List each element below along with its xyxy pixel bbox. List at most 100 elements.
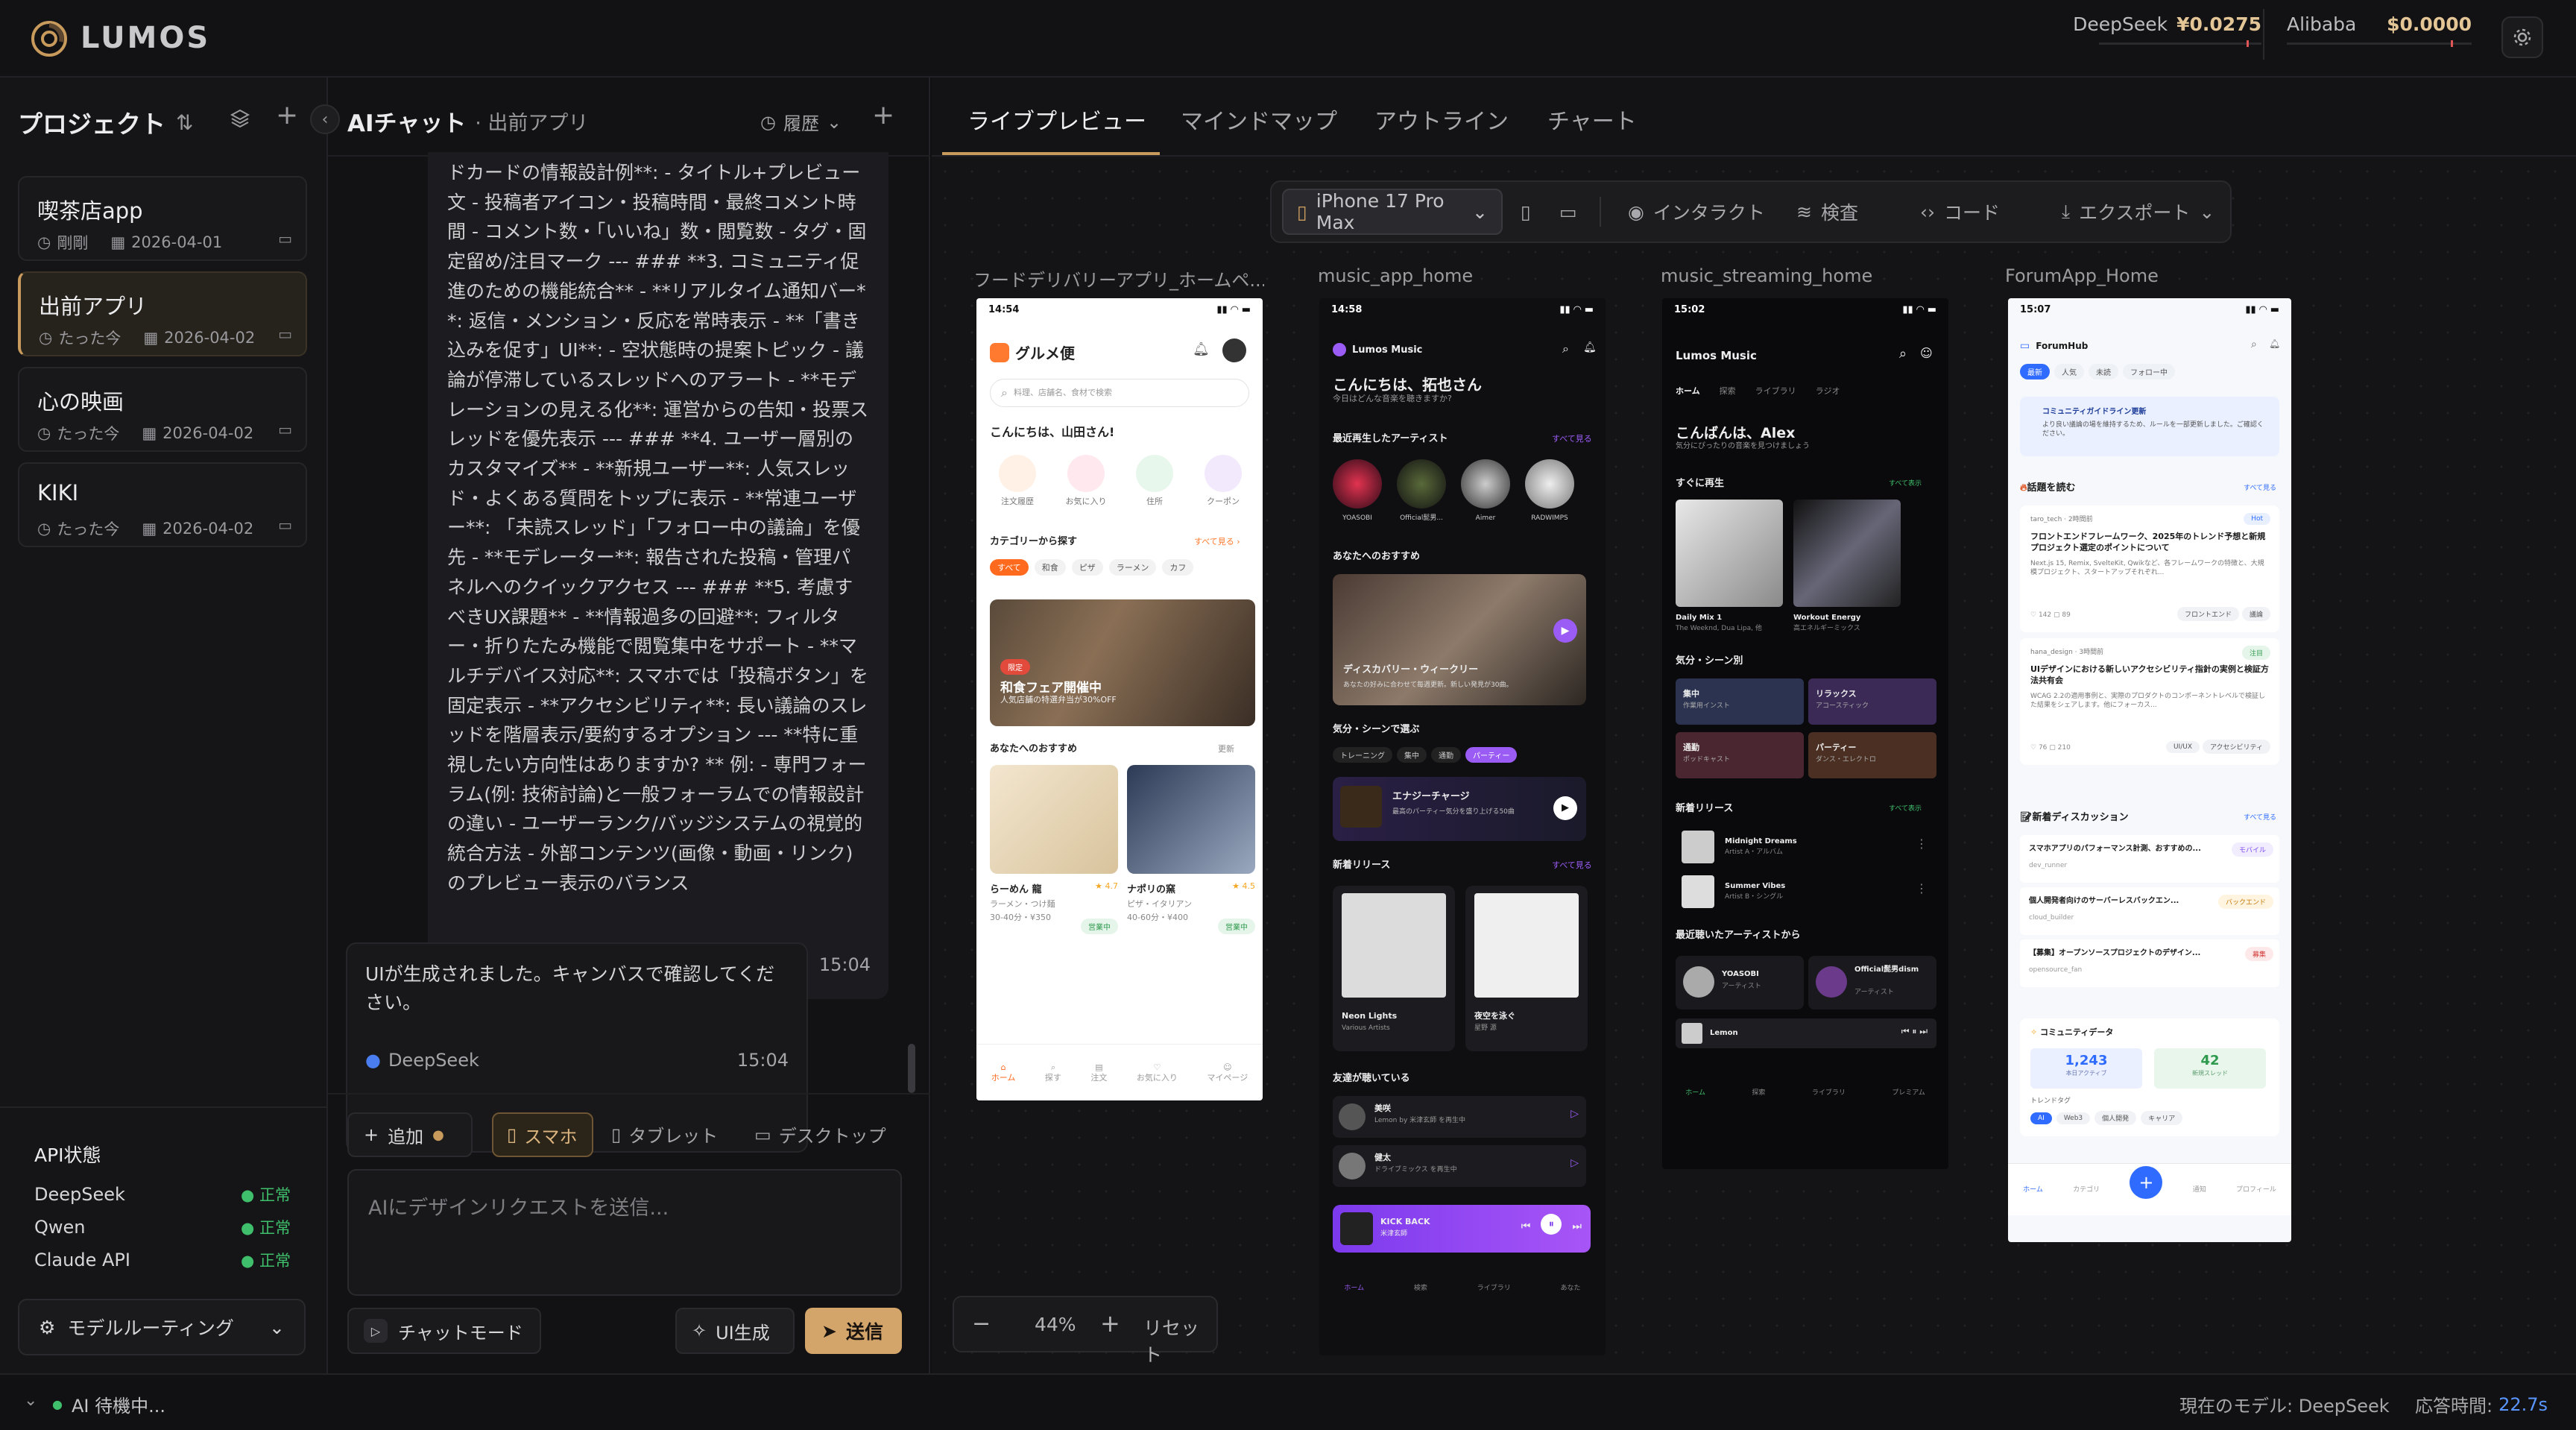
play-icon[interactable]: ▶: [1553, 619, 1577, 643]
folder-icon[interactable]: ▭: [278, 421, 292, 438]
recommendation-card[interactable]: ▶ ディスカバリー・ウィークリー あなたの好みに合わせて毎週更新。新しい発見が3…: [1333, 574, 1586, 705]
forum-tab[interactable]: 人気: [2054, 364, 2084, 379]
layers-icon[interactable]: [230, 107, 250, 128]
nav-item[interactable]: ☺ マイページ: [1207, 1062, 1248, 1083]
desktop-view-button[interactable]: ▭: [1559, 182, 1577, 242]
nav-item[interactable]: 検索: [1414, 1283, 1427, 1294]
see-all-link[interactable]: すべて見る: [1552, 860, 1592, 871]
tab-chart[interactable]: チャート: [1547, 103, 1637, 136]
discussion-item[interactable]: 個人開発者向けのサーバーレスバックエン... バックエンド cloud_buil…: [2020, 887, 2279, 935]
export-button[interactable]: ⤓ エクスポート ⌄: [2062, 182, 2214, 242]
friend-activity[interactable]: 美咲 Lemon by 米津玄師 を再生中 ▷: [1333, 1096, 1586, 1138]
frame-title[interactable]: music_streaming_home: [1661, 265, 1872, 286]
nav-item[interactable]: ライブラリ: [1477, 1283, 1511, 1294]
forum-tab[interactable]: 最新: [2020, 364, 2050, 379]
nav-item[interactable]: ホーム: [2023, 1185, 2043, 1195]
zoom-out-button[interactable]: −: [972, 1311, 991, 1337]
play-icon[interactable]: ▷: [1570, 1108, 1579, 1120]
artist-card[interactable]: YOASOBI アーティスト: [1676, 956, 1804, 1009]
nav-item[interactable]: ライブラリ: [1812, 1088, 1846, 1098]
zoom-reset-button[interactable]: リセット: [1143, 1314, 1216, 1367]
nav-item[interactable]: あなた: [1561, 1283, 1581, 1294]
bell-icon[interactable]: 🔔︎: [2269, 338, 2280, 349]
mood-chip[interactable]: 通勤: [1431, 747, 1461, 763]
chat-input-placeholder[interactable]: AIにデザインリクエストを送信...: [368, 1191, 669, 1220]
tab-mindmap[interactable]: マインドマップ: [1181, 103, 1337, 136]
category-chip[interactable]: 和食: [1034, 559, 1066, 576]
chat-input-box[interactable]: AIにデザインリクエストを送信...: [347, 1169, 902, 1296]
mood-chip[interactable]: パーティー: [1465, 747, 1518, 763]
model-routing-button[interactable]: ⚙ モデルルーティング ⌄: [18, 1299, 306, 1355]
frame-title[interactable]: music_app_home: [1318, 265, 1473, 286]
forum-tab[interactable]: 未読: [2089, 364, 2118, 379]
heart-icon[interactable]: [1067, 455, 1105, 492]
send-button[interactable]: ➤ 送信: [805, 1308, 902, 1354]
nav-item[interactable]: カテゴリ: [2073, 1185, 2100, 1195]
mood-card[interactable]: パーティー ダンス・エレクトロ: [1808, 732, 1936, 778]
notice-card[interactable]: コミュニティガイドライン更新 より良い議論の場を維持するため、ルールを一部更新し…: [2020, 397, 2279, 456]
restaurant-card[interactable]: ナポリの窯 ★ 4.5 ピザ・イタリアン 40-60分・¥400 営業中: [1127, 881, 1255, 934]
discussion-item[interactable]: スマホアプリのパフォーマンス計測、おすすめの... モバイル dev_runne…: [2020, 835, 2279, 883]
search-icon[interactable]: ⌕: [1562, 341, 1569, 356]
mix-cover[interactable]: [1793, 500, 1901, 607]
prev-icon[interactable]: ⏮︎: [1521, 1220, 1531, 1232]
device-desktop-toggle[interactable]: ▭ デスクトップ: [754, 1121, 886, 1147]
bell-icon[interactable]: 🔔︎: [1193, 341, 1210, 357]
refresh-link[interactable]: 更新: [1218, 744, 1234, 755]
new-post-button[interactable]: +: [2130, 1165, 2163, 1199]
category-chip[interactable]: カフ: [1162, 559, 1194, 576]
ui-generate-button[interactable]: ✧ UI生成: [675, 1308, 795, 1354]
post-card[interactable]: hana_design · 3時間前 注目 UIデザインにおける新しいアクセシビ…: [2020, 638, 2279, 765]
play-icon[interactable]: ▷: [1570, 1157, 1579, 1169]
music-app-preview[interactable]: 14:58 ▮▮ ◠ ▬ Lumos Music ⌕ 🔔︎ こんにちは、拓也さん …: [1319, 298, 1606, 1355]
project-card-active[interactable]: 出前アプリ ◷ たった今 ▦ 2026-04-02 ▭: [18, 271, 307, 356]
device-select[interactable]: ▯ iPhone 17 Pro Max ⌄: [1282, 189, 1503, 235]
discussion-item[interactable]: 【募集】オープンソースプロジェクトのデザイン... 募集 opensource_…: [2020, 939, 2279, 987]
artist-card[interactable]: Official髭男dism アーティスト: [1808, 956, 1936, 1009]
folder-icon[interactable]: ▭: [278, 230, 292, 248]
mood-card[interactable]: 通勤 ポッドキャスト: [1676, 732, 1804, 778]
collapse-panel-button[interactable]: ‹: [310, 104, 340, 134]
stream-tab[interactable]: 探索: [1720, 386, 1736, 397]
restaurant-image[interactable]: [1127, 765, 1255, 874]
stream-tab[interactable]: ホーム: [1676, 386, 1700, 397]
stream-tab[interactable]: ライブラリ: [1755, 386, 1796, 397]
chevron-down-icon[interactable]: ⌄: [24, 1391, 37, 1410]
bell-icon[interactable]: 🔔︎: [1583, 341, 1597, 353]
chat-scrollbar[interactable]: [908, 1044, 915, 1093]
restaurant-image[interactable]: [990, 765, 1118, 874]
inspect-button[interactable]: ≋ 検査: [1796, 182, 1858, 242]
artist-avatar[interactable]: [1525, 459, 1574, 508]
mood-chip[interactable]: トレーニング: [1333, 747, 1392, 763]
zoom-in-button[interactable]: +: [1100, 1309, 1120, 1338]
stream-tab[interactable]: ラジオ: [1816, 386, 1840, 397]
device-tablet-toggle[interactable]: ▯ タブレット: [611, 1121, 718, 1147]
food-app-preview[interactable]: 14:54 ▮▮ ◠ ▬ グルメ便 🔔︎ ⌕ 料理、店舗名、食材で検索 こんにちは、…: [976, 298, 1263, 1100]
code-button[interactable]: ‹› コード: [1920, 182, 2000, 242]
add-project-icon[interactable]: +: [276, 100, 298, 130]
coupon-icon[interactable]: [1205, 455, 1242, 492]
promo-banner[interactable]: 限定 和食フェア開催中 人気店舗の特選弁当が30%OFF: [990, 599, 1255, 726]
see-all-link[interactable]: すべて表示: [1889, 479, 1922, 489]
nav-item[interactable]: ⌂ ホーム: [991, 1062, 1016, 1083]
nav-item[interactable]: プロフィール: [2236, 1185, 2276, 1195]
category-chip[interactable]: ピザ: [1071, 559, 1103, 576]
now-playing-bar[interactable]: KICK BACK 米津玄師 ⏮︎ ⏸︎ ⏭︎: [1333, 1205, 1591, 1253]
nav-item[interactable]: ♡ お気に入り: [1137, 1062, 1178, 1083]
nav-item[interactable]: プレミアム: [1892, 1088, 1925, 1098]
release-item[interactable]: Summer Vibes Artist B・シングル ⋮: [1676, 872, 1936, 911]
device-phone-toggle[interactable]: ▯ スマホ: [492, 1112, 593, 1157]
artist-avatar[interactable]: [1461, 459, 1510, 508]
history-icon[interactable]: [999, 455, 1036, 492]
playlist-card[interactable]: エナジーチャージ 最高のパーティー気分を盛り上げる50曲 ▶: [1333, 777, 1586, 841]
post-card[interactable]: taro_tech · 2時間前 Hot フロントエンドフレームワーク、2025…: [2020, 505, 2279, 632]
album-card[interactable]: Neon Lights Various Artists: [1333, 886, 1455, 1051]
history-button[interactable]: ◷ 履歴 ⌄: [760, 109, 842, 135]
mood-chip[interactable]: 集中: [1397, 747, 1427, 763]
mood-card[interactable]: リラックス アコースティック: [1808, 678, 1936, 725]
next-icon[interactable]: ⏭︎: [1572, 1220, 1582, 1232]
project-card[interactable]: KIKI ◷ たった今 ▦ 2026-04-02 ▭: [18, 462, 307, 547]
project-card[interactable]: 喫茶店app ◷ 剛剛 ▦ 2026-04-01 ▭: [18, 176, 307, 261]
mix-cover[interactable]: [1676, 500, 1783, 607]
release-item[interactable]: Midnight Dreams Artist A・アルバム ⋮: [1676, 828, 1936, 866]
